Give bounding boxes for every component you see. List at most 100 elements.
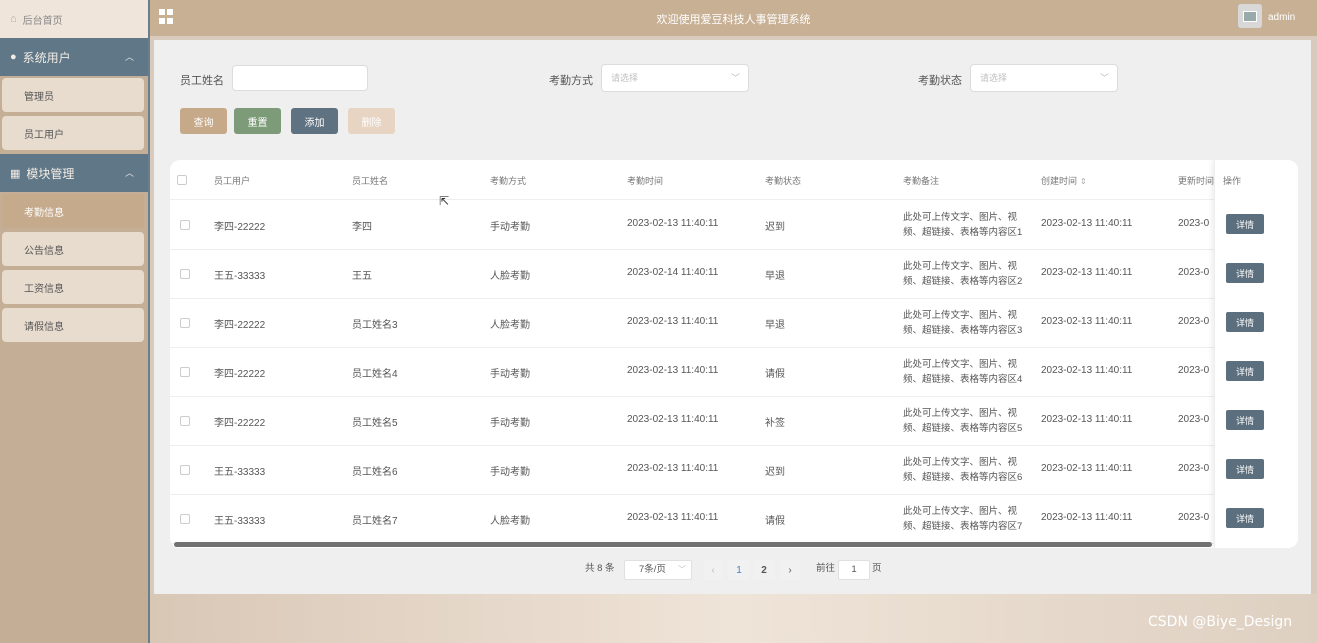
table-cell-remark: 此处可上传文字、图片、视频、超链接、表格等内容区4 [903, 359, 1023, 385]
table-cell-updated: 2023-0 [1178, 316, 1210, 327]
column-header-sortable[interactable]: 创建时间 ⇕ [1041, 174, 1087, 187]
sidebar-item-leave[interactable]: 请假信息 [2, 308, 144, 342]
status-filter-select[interactable]: 请选择 ﹀ [970, 64, 1118, 92]
main-area: 员工姓名 考勤方式 请选择 ﹀ 考勤状态 请选择 ﹀ 查询 重置 添加 删除 员… [150, 36, 1317, 643]
chevron-left-icon: ‹ [711, 564, 715, 576]
sidebar-item-label: 管理员 [24, 91, 54, 103]
method-filter-select[interactable]: 请选择 ﹀ [601, 64, 749, 92]
table-cell-name: 员工姓名7 [352, 516, 398, 527]
grid-icon: ▦ [10, 167, 21, 180]
page-title: 欢迎使用爱豆科技人事管理系统 [656, 14, 811, 26]
name-filter-label: 员工姓名 [180, 75, 224, 87]
sort-icon[interactable]: ⇕ [1080, 177, 1087, 186]
attendance-table: 员工用户 员工姓名 考勤方式 考勤时间 考勤状态 考勤备注 创建时间 ⇕ 更新时间… [170, 160, 1298, 548]
sidebar-item-staff-users[interactable]: 员工用户 [2, 116, 144, 150]
row-checkbox[interactable] [180, 514, 190, 524]
row-checkbox[interactable] [180, 367, 190, 377]
table-cell-user: 王五-33333 [214, 467, 266, 478]
table-cell-name: 员工姓名5 [352, 418, 398, 429]
table-cell-method: 人脸考勤 [490, 516, 530, 527]
reset-button[interactable]: 重置 [234, 108, 281, 134]
table-cell-name: 王五 [352, 271, 372, 282]
table-cell-user: 李四-22222 [214, 222, 266, 233]
table-cell-user: 李四-22222 [214, 418, 266, 429]
sidebar-item-admin[interactable]: 管理员 [2, 78, 144, 112]
row-checkbox[interactable] [180, 269, 190, 279]
table-cell-status: 请假 [765, 369, 785, 380]
row-checkbox[interactable] [180, 318, 190, 328]
detail-button[interactable]: 详情 [1226, 508, 1264, 528]
table-cell-updated: 2023-0 [1178, 512, 1210, 523]
detail-button[interactable]: 详情 [1226, 410, 1264, 430]
table-cell-time: 2023-02-13 11:40:11 [627, 365, 719, 376]
image-icon [1243, 10, 1257, 22]
page-size-select[interactable]: 7条/页 ﹀ [624, 560, 692, 580]
table-row[interactable]: 王五-33333 员工姓名7 人脸考勤 2023-02-13 11:40:11 请假 此处… [170, 495, 1298, 544]
sidebar-group-label: 模块管理 [26, 166, 75, 181]
select-all-checkbox[interactable] [177, 175, 187, 185]
sidebar-item-notices[interactable]: 公告信息 [2, 232, 144, 266]
table-cell-method: 人脸考勤 [490, 271, 530, 282]
detail-button[interactable]: 详情 [1226, 263, 1264, 283]
status-filter-label: 考勤状态 [918, 75, 962, 87]
table-header: 员工用户 员工姓名 考勤方式 考勤时间 考勤状态 考勤备注 创建时间 ⇕ 更新时间 [170, 160, 1298, 200]
goto-page-input[interactable]: 1 [838, 560, 870, 580]
table-cell-created: 2023-02-13 11:40:11 [1041, 463, 1133, 474]
sidebar-item-attendance[interactable]: 考勤信息 [2, 194, 144, 228]
footer-band [150, 594, 1317, 643]
chevron-up-icon: ︿ [124, 168, 134, 178]
table-row[interactable]: 李四-22222 员工姓名3 人脸考勤 2023-02-13 11:40:11 早退 此处… [170, 299, 1298, 348]
avatar[interactable] [1238, 4, 1262, 28]
username[interactable]: admin [1268, 12, 1295, 23]
next-page-button[interactable]: › [780, 560, 800, 580]
sidebar-group-module-management[interactable]: ▦ 模块管理 ︿ [0, 154, 148, 192]
sidebar-item-label: 工资信息 [24, 283, 64, 295]
table-cell-created: 2023-02-13 11:40:11 [1041, 316, 1133, 327]
column-header: 员工用户 [214, 176, 251, 186]
detail-button[interactable]: 详情 [1226, 361, 1264, 381]
horizontal-scrollbar[interactable] [174, 542, 1212, 547]
detail-button[interactable]: 详情 [1226, 312, 1264, 332]
chevron-down-icon: ﹀ [678, 565, 686, 574]
add-button[interactable]: 添加 [291, 108, 338, 134]
sidebar-item-home[interactable]: ⌂ 后台首页 [0, 0, 148, 38]
page-number[interactable]: 2 [753, 560, 775, 580]
table-cell-remark: 此处可上传文字、图片、视频、超链接、表格等内容区5 [903, 408, 1023, 434]
watermark: CSDN @Biye_Design [1148, 614, 1293, 630]
table-cell-remark: 此处可上传文字、图片、视频、超链接、表格等内容区6 [903, 457, 1023, 483]
mouse-cursor-icon: ⇱ [439, 194, 450, 208]
table-row[interactable]: 李四-22222 李四 手动考勤 2023-02-13 11:40:11 迟到 此处可上传… [170, 201, 1298, 250]
chevron-up-icon: ︿ [124, 52, 134, 62]
column-header: 考勤时间 [627, 176, 664, 186]
column-header: 考勤状态 [765, 176, 802, 186]
table-cell-remark: 此处可上传文字、图片、视频、超链接、表格等内容区3 [903, 310, 1023, 336]
pagination-total: 共 8 条 [585, 563, 615, 574]
prev-page-button[interactable]: ‹ [704, 560, 722, 580]
table-cell-name: 李四 [352, 222, 372, 233]
row-checkbox[interactable] [180, 416, 190, 426]
name-filter-input[interactable] [232, 65, 368, 91]
home-icon: ⌂ [10, 13, 17, 25]
content-panel: 员工姓名 考勤方式 请选择 ﹀ 考勤状态 请选择 ﹀ 查询 重置 添加 删除 员… [154, 40, 1311, 594]
column-header-label: 创建时间 [1041, 176, 1078, 186]
page-number-current[interactable]: 1 [728, 560, 750, 580]
table-row[interactable]: 王五-33333 员工姓名6 手动考勤 2023-02-13 11:40:11 迟到 此处… [170, 446, 1298, 495]
search-button[interactable]: 查询 [180, 108, 227, 134]
table-cell-user: 王五-33333 [214, 516, 266, 527]
table-row[interactable]: 李四-22222 员工姓名4 手动考勤 2023-02-13 11:40:11 请假 此处… [170, 348, 1298, 397]
table-row[interactable]: 李四-22222 员工姓名5 手动考勤 2023-02-13 11:40:11 补签 此处… [170, 397, 1298, 446]
table-cell-created: 2023-02-13 11:40:11 [1041, 365, 1133, 376]
detail-button[interactable]: 详情 [1226, 214, 1264, 234]
row-checkbox[interactable] [180, 465, 190, 475]
table-cell-status: 早退 [765, 320, 785, 331]
sidebar-item-salary[interactable]: 工资信息 [2, 270, 144, 304]
delete-button[interactable]: 删除 [348, 108, 395, 134]
table-cell-user: 王五-33333 [214, 271, 266, 282]
row-checkbox[interactable] [180, 220, 190, 230]
table-cell-created: 2023-02-13 11:40:11 [1041, 414, 1133, 425]
sidebar-group-system-users[interactable]: ● 系统用户 ︿ [0, 38, 148, 76]
top-bar: 欢迎使用爱豆科技人事管理系统 admin [150, 0, 1317, 36]
method-filter-label: 考勤方式 [549, 75, 593, 87]
detail-button[interactable]: 详情 [1226, 459, 1264, 479]
table-row[interactable]: 王五-33333 王五 人脸考勤 2023-02-14 11:40:11 早退 此处可上传… [170, 250, 1298, 299]
